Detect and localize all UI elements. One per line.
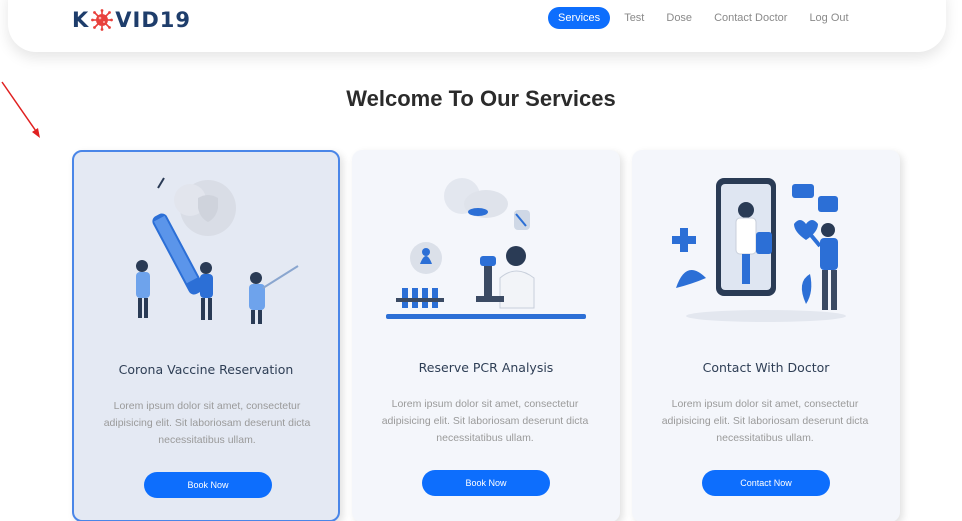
nav-dose[interactable]: Dose xyxy=(658,7,700,29)
logo-text-right: VID19 xyxy=(115,8,192,32)
brand-logo[interactable]: K VID19 xyxy=(72,6,191,34)
card-title: Corona Vaccine Reservation xyxy=(118,362,294,377)
service-card-vaccine[interactable]: Corona Vaccine Reservation Lorem ipsum d… xyxy=(72,150,340,521)
vaccine-team-illustration xyxy=(136,177,299,324)
lab-microscope-illustration xyxy=(386,178,586,319)
contact-doctor-button[interactable]: Contact Now xyxy=(702,470,830,496)
card-title: Contact With Doctor xyxy=(702,360,830,375)
nav-contact-doctor[interactable]: Contact Doctor xyxy=(706,7,795,29)
nav-log-out[interactable]: Log Out xyxy=(801,7,856,29)
nav-test[interactable]: Test xyxy=(616,7,652,29)
card-title: Reserve PCR Analysis xyxy=(418,360,554,375)
book-vaccine-button[interactable]: Book Now xyxy=(144,472,272,498)
nav-services[interactable]: Services xyxy=(548,7,611,29)
service-card-pcr[interactable]: Reserve PCR Analysis Lorem ipsum dolor s… xyxy=(352,150,620,521)
virus-icon xyxy=(91,9,114,31)
card-description: Lorem ipsum dolor sit amet, consectetur … xyxy=(381,398,589,444)
doctor-video-call-illustration xyxy=(672,178,846,322)
top-navbar: K VID19 Services Test Dose Contact Docto… xyxy=(8,0,946,52)
card-description: Lorem ipsum dolor sit amet, consectetur … xyxy=(661,398,869,444)
book-pcr-button[interactable]: Book Now xyxy=(422,470,550,496)
card-description: Lorem ipsum dolor sit amet, consectetur … xyxy=(103,400,311,446)
logo-text-left: K xyxy=(72,8,90,32)
service-card-doctor[interactable]: Contact With Doctor Lorem ipsum dolor si… xyxy=(632,150,900,521)
page-title: Welcome To Our Services xyxy=(346,86,616,111)
main-nav: Services Test Dose Contact Doctor Log Ou… xyxy=(548,7,863,29)
